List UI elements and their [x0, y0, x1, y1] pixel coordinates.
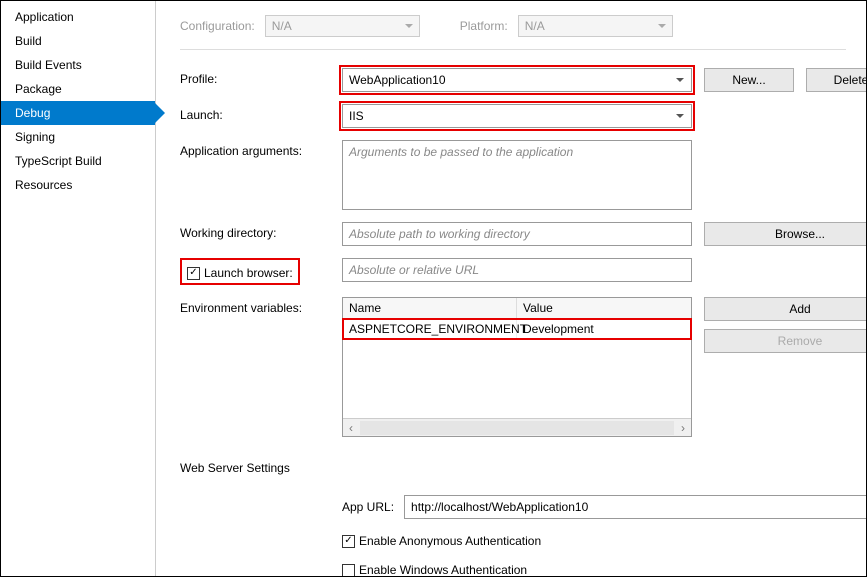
env-vars-label: Environment variables:: [180, 297, 330, 315]
scroll-left-icon[interactable]: ‹: [343, 421, 359, 435]
launch-label: Launch:: [180, 104, 330, 122]
enable-anon-label: Enable Anonymous Authentication: [359, 534, 541, 548]
app-args-textarea[interactable]: Arguments to be passed to the applicatio…: [342, 140, 692, 210]
platform-label: Platform:: [460, 19, 508, 33]
app-url-input[interactable]: http://localhost/WebApplication10: [404, 495, 866, 519]
working-dir-label: Working directory:: [180, 222, 330, 240]
sidebar-item-application[interactable]: Application: [1, 5, 155, 29]
configuration-label: Configuration:: [180, 19, 255, 33]
web-server-settings-heading: Web Server Settings: [180, 461, 866, 475]
env-cell-name: ASPNETCORE_ENVIRONMENT: [343, 319, 517, 339]
remove-button[interactable]: Remove: [704, 329, 866, 353]
launch-browser-checkbox[interactable]: [187, 267, 200, 280]
new-button[interactable]: New...: [704, 68, 794, 92]
enable-win-checkbox[interactable]: [342, 564, 355, 577]
enable-anon-checkbox[interactable]: [342, 535, 355, 548]
sidebar-item-resources[interactable]: Resources: [1, 173, 155, 197]
env-col-name-header[interactable]: Name: [343, 298, 517, 318]
env-col-value-header[interactable]: Value: [517, 298, 691, 318]
sidebar-item-typescript-build[interactable]: TypeScript Build: [1, 149, 155, 173]
sidebar-item-build[interactable]: Build: [1, 29, 155, 53]
env-row[interactable]: ASPNETCORE_ENVIRONMENT Development: [343, 319, 691, 339]
profile-select[interactable]: WebApplication10: [342, 68, 692, 92]
sidebar: Application Build Build Events Package D…: [1, 1, 156, 576]
working-dir-input[interactable]: Absolute path to working directory: [342, 222, 692, 246]
browse-button[interactable]: Browse...: [704, 222, 866, 246]
launch-browser-highlight: Launch browser:: [180, 258, 300, 285]
platform-select: N/A: [518, 15, 673, 37]
app-args-label: Application arguments:: [180, 140, 330, 158]
configuration-select: N/A: [265, 15, 420, 37]
divider: [180, 49, 846, 50]
enable-win-label: Enable Windows Authentication: [359, 563, 527, 576]
sidebar-item-signing[interactable]: Signing: [1, 125, 155, 149]
config-row: Configuration: N/A Platform: N/A: [180, 15, 846, 37]
env-vars-grid[interactable]: Name Value ASPNETCORE_ENVIRONMENT Develo…: [342, 297, 692, 437]
env-cell-value: Development: [517, 319, 691, 339]
app-url-label: App URL:: [342, 500, 394, 514]
launch-select[interactable]: IIS: [342, 104, 692, 128]
launch-browser-label: Launch browser:: [204, 266, 293, 280]
profile-label: Profile:: [180, 68, 330, 86]
sidebar-item-debug[interactable]: Debug: [1, 101, 155, 125]
sidebar-item-build-events[interactable]: Build Events: [1, 53, 155, 77]
delete-button[interactable]: Delete: [806, 68, 866, 92]
launch-url-input[interactable]: Absolute or relative URL: [342, 258, 692, 282]
add-button[interactable]: Add: [704, 297, 866, 321]
main-panel: Configuration: N/A Platform: N/A Profile…: [156, 1, 866, 576]
env-scrollbar[interactable]: ‹ ›: [343, 418, 691, 436]
scroll-right-icon[interactable]: ›: [675, 421, 691, 435]
sidebar-item-package[interactable]: Package: [1, 77, 155, 101]
